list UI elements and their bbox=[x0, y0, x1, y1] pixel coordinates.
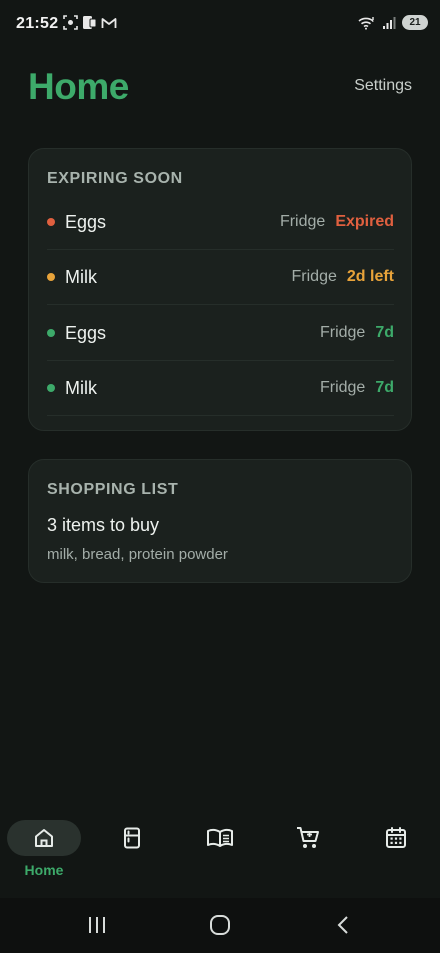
expiring-soon-heading: EXPIRING SOON bbox=[47, 170, 183, 187]
nav-item-recipes[interactable] bbox=[182, 820, 258, 890]
item-location: Fridge bbox=[279, 213, 326, 230]
expiring-soon-card[interactable]: EXPIRING SOON Eggs Fridge Expired Milk F… bbox=[28, 148, 412, 431]
home-screen: 21:52 21 Home Settings EXPIRING SOON Egg… bbox=[0, 0, 440, 953]
cast-icon bbox=[83, 16, 97, 29]
shopping-items-preview: milk, bread, protein powder bbox=[47, 546, 228, 563]
shopping-item-count: 3 items to buy bbox=[47, 515, 160, 535]
settings-button[interactable]: Settings bbox=[354, 77, 412, 95]
shopping-list-card[interactable]: SHOPPING LIST 3 items to buy milk, bread… bbox=[28, 459, 412, 583]
home-icon bbox=[35, 829, 53, 847]
notification-icons bbox=[63, 15, 117, 30]
expiring-item-row[interactable]: Milk Fridge 7d bbox=[47, 361, 394, 416]
nav-item-shopping[interactable] bbox=[270, 820, 346, 890]
system-nav-bar bbox=[0, 898, 440, 953]
nav-item-fridge[interactable] bbox=[94, 820, 170, 890]
item-name: Eggs bbox=[65, 322, 107, 343]
nav-active-indicator bbox=[7, 820, 81, 856]
recipes-book-icon bbox=[207, 828, 233, 847]
recent-apps-icon bbox=[89, 917, 105, 933]
page-title: Home bbox=[28, 66, 129, 107]
cart-icon bbox=[297, 827, 319, 848]
item-location: Fridge bbox=[319, 379, 366, 396]
bottom-nav: Home bbox=[0, 810, 440, 898]
item-expiry-status: 7d bbox=[375, 379, 394, 396]
item-location: Fridge bbox=[319, 324, 366, 341]
back-button[interactable] bbox=[328, 912, 358, 938]
status-time: 21:52 bbox=[16, 15, 59, 32]
home-system-button[interactable] bbox=[205, 912, 235, 938]
signal-icon bbox=[383, 16, 396, 29]
home-circle-icon bbox=[210, 915, 230, 935]
system-status-icons: 21 bbox=[358, 15, 428, 30]
nav-item-calendar[interactable] bbox=[358, 820, 434, 890]
nav-label-home: Home bbox=[24, 862, 64, 878]
item-name: Milk bbox=[65, 377, 97, 398]
shopping-list-heading: SHOPPING LIST bbox=[47, 481, 179, 498]
status-dot bbox=[47, 384, 55, 392]
item-location: Fridge bbox=[291, 268, 337, 285]
recent-apps-button[interactable] bbox=[82, 912, 112, 938]
expiring-item-row[interactable]: Eggs Fridge Expired bbox=[47, 195, 394, 250]
item-expiry-status: 7d bbox=[375, 324, 394, 341]
gmail-icon bbox=[101, 17, 117, 28]
battery-icon: 21 bbox=[402, 15, 428, 30]
status-bar: 21:52 21 bbox=[0, 0, 440, 48]
item-expiry-status: 2d left bbox=[346, 268, 394, 285]
screenshot-icon bbox=[63, 15, 78, 30]
back-chevron-icon bbox=[337, 916, 348, 934]
item-name: Eggs bbox=[65, 211, 107, 232]
status-dot bbox=[47, 273, 55, 281]
item-expiry-status: Expired bbox=[335, 213, 394, 230]
wifi-icon bbox=[358, 16, 374, 30]
item-name: Milk bbox=[65, 266, 97, 287]
status-dot bbox=[47, 329, 55, 337]
fridge-icon bbox=[124, 827, 140, 849]
status-dot bbox=[47, 218, 55, 226]
expiring-item-row[interactable]: Eggs Fridge 7d bbox=[47, 306, 394, 361]
nav-item-home[interactable]: Home bbox=[6, 820, 82, 890]
calendar-icon bbox=[386, 827, 406, 848]
expiring-item-row[interactable]: Milk Fridge 2d left bbox=[47, 250, 394, 305]
